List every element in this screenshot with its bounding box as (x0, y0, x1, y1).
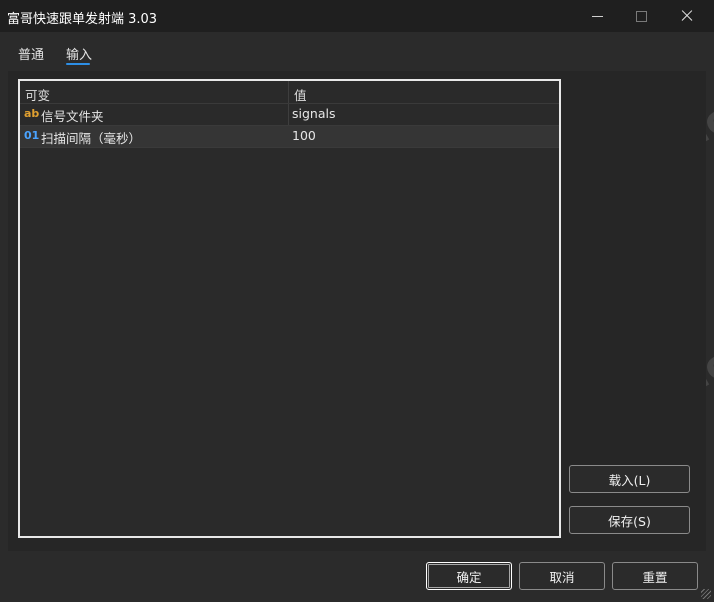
param-name: 信号文件夹 (41, 109, 104, 124)
resize-grip-icon[interactable] (701, 589, 711, 599)
close-button[interactable] (664, 0, 710, 32)
minimize-button[interactable] (574, 0, 620, 32)
load-button[interactable]: 载入(L) (569, 465, 690, 493)
param-value[interactable]: 100 (292, 128, 316, 143)
window-title: 富哥快速跟单发射端 3.03 (7, 12, 158, 27)
column-header-variable: 可变 (25, 88, 51, 103)
param-value[interactable]: signals (292, 106, 336, 121)
cancel-button[interactable]: 取消 (519, 562, 605, 590)
minimize-icon (591, 15, 603, 17)
save-button[interactable]: 保存(S) (569, 506, 690, 534)
ok-button[interactable]: 确定 (426, 562, 512, 590)
grid-header: 可变 值 (20, 81, 559, 103)
column-header-value: 值 (294, 88, 307, 103)
table-row[interactable]: 01 扫描间隔（毫秒） 100 (20, 126, 559, 147)
maximize-button[interactable] (618, 0, 664, 32)
divider (20, 147, 559, 148)
tab-common[interactable]: 普通 (18, 44, 44, 63)
close-icon (681, 10, 693, 22)
tab-selected-indicator (66, 63, 90, 65)
maximize-icon (635, 10, 647, 22)
integer-type-icon: 01 (24, 129, 40, 142)
reset-button[interactable]: 重置 (612, 562, 698, 590)
tab-inputs[interactable]: 输入 (66, 44, 92, 63)
inputs-grid[interactable]: 可变 值 ab 信号文件夹 signals 01 扫描间隔（毫秒） 100 (18, 79, 561, 538)
param-name: 扫描间隔（毫秒） (41, 131, 142, 146)
table-row[interactable]: ab 信号文件夹 signals (20, 104, 559, 125)
title-bar: 富哥快速跟单发射端 3.03 (0, 0, 714, 32)
string-type-icon: ab (24, 107, 40, 120)
